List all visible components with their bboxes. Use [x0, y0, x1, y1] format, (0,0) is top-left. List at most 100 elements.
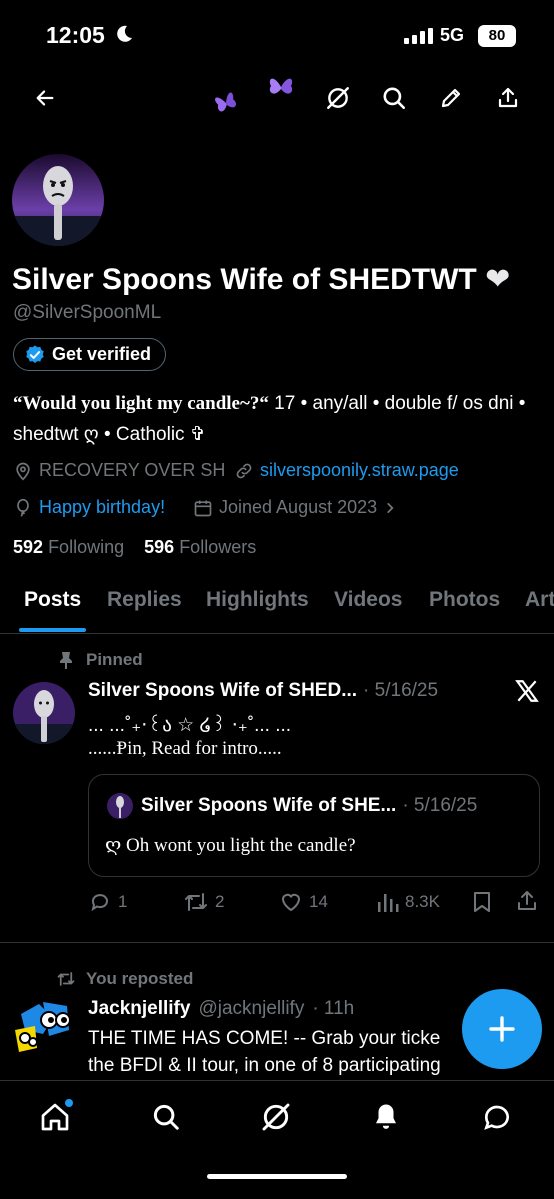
repost-icon: [183, 890, 209, 914]
messages-icon: [481, 1101, 513, 1133]
post-header: Silver Spoons Wife of SHED... · 5/16/25: [88, 680, 438, 702]
repost-button[interactable]: 2: [183, 890, 224, 914]
quoted-post[interactable]: Silver Spoons Wife of SHE... · 5/16/25 ღ…: [88, 774, 540, 877]
status-time: 12:05: [46, 22, 105, 48]
repost-author-avatar[interactable]: [13, 996, 75, 1060]
nav-grok[interactable]: [258, 1099, 294, 1135]
compose-post-button[interactable]: [462, 989, 542, 1069]
active-tab-indicator: [19, 628, 86, 632]
nav-notifications[interactable]: [368, 1099, 404, 1135]
pin-icon: [58, 651, 74, 669]
network-type: 5G: [440, 25, 465, 45]
home-icon: [39, 1099, 73, 1133]
share-button[interactable]: [490, 80, 526, 116]
search-icon: [151, 1102, 181, 1132]
quote-text: ღ Oh wont you light the candle?: [105, 835, 356, 856]
home-indicator: [207, 1174, 347, 1179]
birthday-row: Happy birthday!: [13, 497, 165, 518]
verified-badge-icon: [24, 344, 46, 366]
search-button[interactable]: [376, 80, 412, 116]
bottom-navigation: [0, 1080, 554, 1154]
profile-avatar[interactable]: [12, 154, 104, 246]
grok-icon: [260, 1101, 292, 1133]
repost-time: · 11h: [312, 998, 355, 1019]
post-author[interactable]: Silver Spoons Wife of SHED...: [88, 680, 357, 702]
grok-icon[interactable]: [320, 80, 356, 116]
pinned-indicator: Pinned: [58, 650, 143, 670]
profile-tabs: Posts Replies Highlights Videos Photos A…: [0, 582, 554, 634]
x-logo-icon: [514, 678, 540, 704]
battery-indicator: 80: [478, 25, 516, 47]
reply-icon: [88, 890, 112, 914]
bell-icon: [371, 1102, 401, 1132]
profile-handle: @SilverSpoonML: [13, 302, 162, 323]
quote-avatar: [107, 793, 133, 819]
moon-icon: [114, 24, 134, 44]
get-verified-button[interactable]: Get verified: [13, 338, 167, 371]
following-count: 592: [13, 537, 44, 557]
website-text[interactable]: silverspoonily.straw.page: [260, 460, 459, 481]
reply-count: 1: [118, 892, 128, 911]
get-verified-label: Get verified: [52, 344, 152, 364]
nav-search[interactable]: [148, 1099, 184, 1135]
quote-date: · 5/16/25: [402, 795, 478, 816]
repost-handle: @jacknjellify: [198, 998, 305, 1019]
balloon-icon: [13, 498, 33, 518]
views-count: 8.3K: [405, 892, 440, 911]
repost-indicator: You reposted: [56, 969, 193, 989]
repost-text-line1: THE TIME HAS COME! -- Grab your ticke: [88, 1028, 441, 1049]
location-pin-icon: [13, 461, 33, 481]
repost-text-line2: the BFDI & II tour, in one of 8 particip…: [88, 1055, 441, 1076]
bio-quote: “Would you light my candle~?“: [13, 393, 269, 414]
repost-header: Jacknjellify @jacknjellify · 11h: [88, 998, 354, 1020]
reposted-label: You reposted: [86, 969, 194, 988]
tab-posts[interactable]: Posts: [24, 588, 81, 612]
followers-label: Followers: [179, 537, 257, 557]
plus-icon: [487, 1014, 517, 1044]
nav-home[interactable]: [37, 1099, 73, 1135]
location-row: RECOVERY OVER SH: [13, 460, 225, 481]
display-name-text: Silver Spoons Wife of SHEDTWT: [12, 263, 477, 296]
repost-small-icon: [56, 970, 76, 988]
share-post-button[interactable]: [515, 889, 539, 913]
quote-author: Silver Spoons Wife of SHE...: [141, 795, 397, 816]
website-link[interactable]: silverspoonily.straw.page: [234, 460, 459, 481]
views-icon: [377, 890, 399, 914]
post-text-line1: ... ...˚₊‧꒰ა ☆ ໒꒱ ‧₊˚... ...: [88, 715, 292, 736]
following-label: Following: [48, 537, 125, 557]
reply-button[interactable]: 1: [88, 890, 127, 914]
like-count: 14: [309, 892, 328, 911]
tab-highlights[interactable]: Highlights: [206, 588, 309, 612]
followers-link[interactable]: 596 Followers: [144, 537, 256, 557]
chevron-right-icon: [383, 501, 397, 515]
joined-text: Joined August 2023: [219, 497, 378, 517]
tab-replies[interactable]: Replies: [107, 588, 182, 612]
joined-row[interactable]: Joined August 2023: [193, 497, 397, 518]
calendar-icon: [193, 498, 213, 518]
post-avatar[interactable]: [13, 682, 75, 744]
nav-messages[interactable]: [479, 1099, 515, 1135]
followers-count: 596: [144, 537, 175, 557]
heart-icon: [279, 890, 303, 914]
repost-author[interactable]: Jacknjellify: [88, 998, 190, 1020]
tab-photos[interactable]: Photos: [429, 588, 500, 612]
bookmark-button[interactable]: [471, 890, 493, 914]
post-text-line2: ......Ᵽin, Read for intro.....: [88, 738, 282, 759]
post-divider: [0, 942, 554, 943]
butterfly-icon: [212, 88, 240, 118]
edit-profile-button[interactable]: [433, 80, 469, 116]
follow-stats: 592 Following 596 Followers: [13, 537, 256, 558]
back-button[interactable]: [27, 80, 63, 116]
post-date: · 5/16/25: [363, 680, 439, 701]
views-button[interactable]: 8.3K: [377, 890, 440, 914]
butterfly-icon: [265, 72, 297, 102]
notification-dot: [65, 1099, 73, 1107]
following-link[interactable]: 592 Following: [13, 537, 124, 557]
signal-icon: [404, 28, 434, 44]
repost-count: 2: [215, 892, 225, 911]
tab-videos[interactable]: Videos: [334, 588, 402, 612]
profile-bio: “Would you light my candle~?“ 17 • any/a…: [13, 388, 543, 450]
like-button[interactable]: 14: [279, 890, 328, 914]
link-icon: [234, 461, 254, 481]
tab-art[interactable]: Art: [525, 588, 554, 612]
